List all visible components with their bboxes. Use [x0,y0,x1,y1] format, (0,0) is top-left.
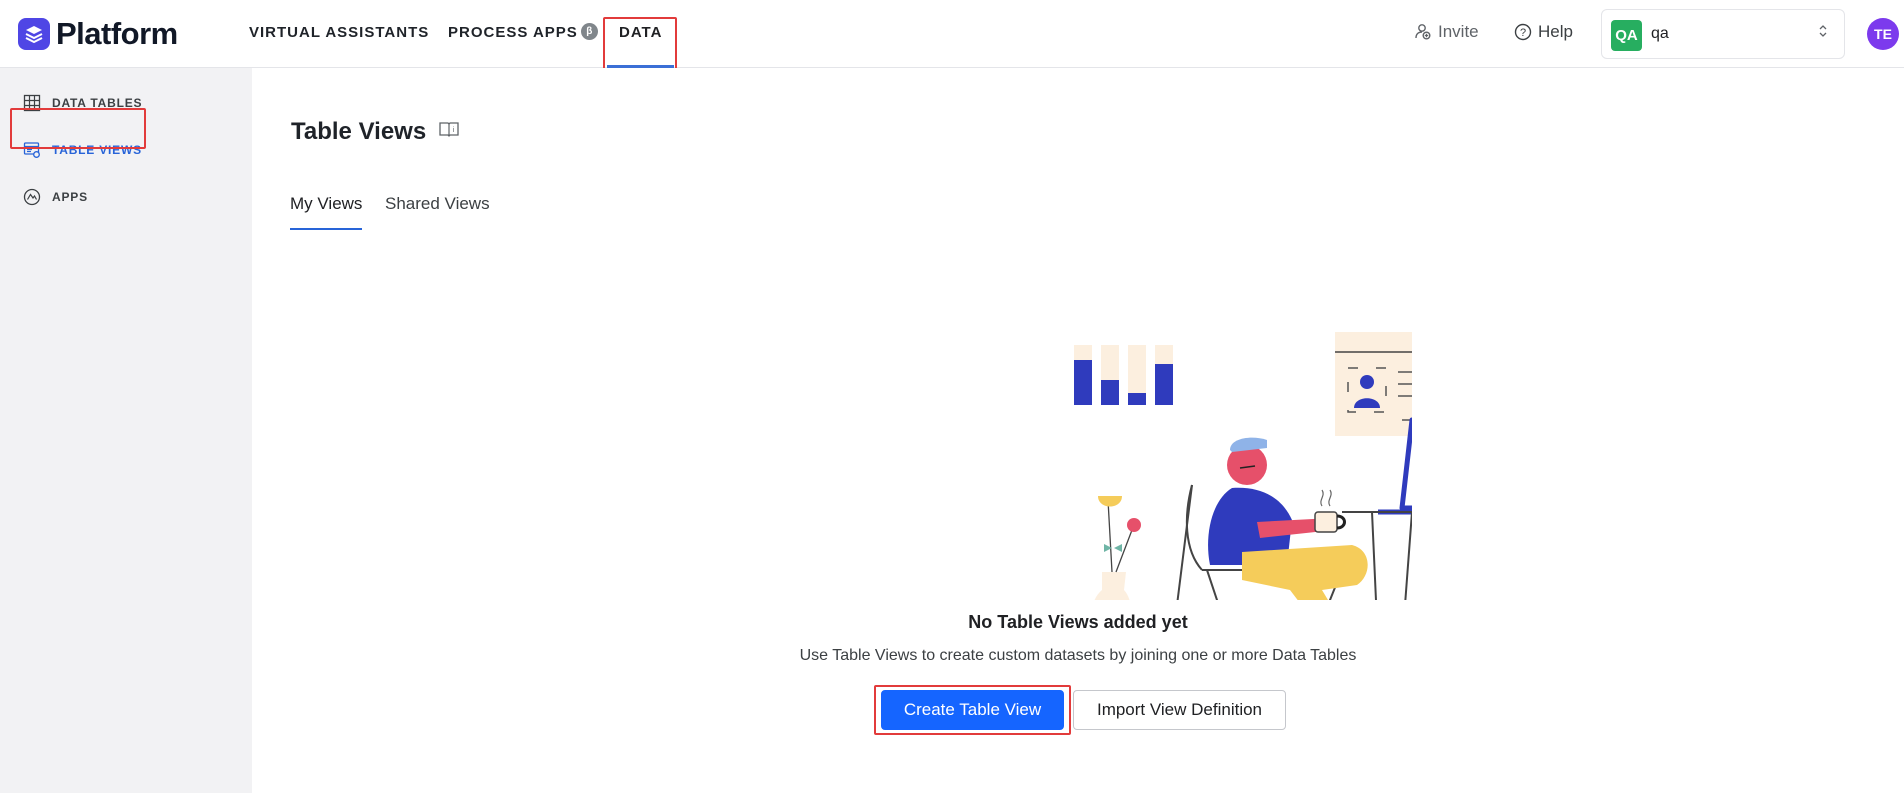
user-avatar[interactable]: TE [1867,18,1899,50]
top-bar: Platform VIRTUAL ASSISTANTS PROCESS APPS… [0,0,1904,74]
table-view-icon [22,140,42,160]
nav-process-apps-label: PROCESS APPS [448,24,578,41]
nav-process-apps[interactable]: PROCESS APPS β [448,0,598,68]
profile-card-icon [1335,332,1412,436]
person-icon [1208,437,1368,600]
sidebar-item-label: DATA TABLES [52,96,143,110]
help-button[interactable]: ? Help [1514,22,1573,42]
nav-virtual-assistants[interactable]: VIRTUAL ASSISTANTS [249,0,429,68]
sidebar: DATA TABLES TABLE VIEWS APPS [0,68,252,793]
coffee-mug-icon [1314,489,1346,533]
workspace-badge: QA [1611,20,1642,51]
empty-state-title: No Table Views added yet [968,612,1188,632]
invite-button[interactable]: Invite [1414,22,1479,42]
sidebar-item-table-views[interactable]: TABLE VIEWS [22,138,142,162]
apps-icon [22,187,42,207]
tab-my-views[interactable]: My Views [290,194,363,230]
beta-badge: β [580,23,598,40]
empty-state-subtitle: Use Table Views to create custom dataset… [799,647,1357,664]
sidebar-item-label: APPS [52,190,88,204]
nav-data[interactable]: DATA [606,0,676,68]
create-table-view-button[interactable]: Create Table View [881,690,1064,730]
empty-state-illustration [1074,332,1412,600]
chevron-updown-icon [1818,24,1828,40]
tab-shared-views[interactable]: Shared Views [385,194,490,214]
logo-icon [18,18,50,50]
bar-chart-poster-icon [1074,345,1173,405]
grid-table-icon [22,93,42,113]
sidebar-item-label: TABLE VIEWS [52,143,142,157]
workspace-selector[interactable]: QA qa [1601,9,1845,59]
workspace-name: qa [1651,25,1669,42]
help-label: Help [1538,22,1573,41]
invite-label: Invite [1438,22,1479,41]
main-content: Table Views i My Views Shared Views No T… [252,68,1904,793]
flower-vase-icon [1094,496,1141,600]
invite-icon [1415,24,1431,40]
platform-logo[interactable]: Platform [18,16,178,52]
import-view-definition-button[interactable]: Import View Definition [1073,690,1286,730]
svg-text:i: i [453,127,455,134]
logo-text: Platform [56,16,178,51]
documentation-book-icon[interactable]: i [438,118,460,145]
sidebar-item-apps[interactable]: APPS [22,185,88,209]
svg-text:?: ? [1520,27,1526,39]
help-icon: ? [1514,23,1532,41]
sidebar-item-data-tables[interactable]: DATA TABLES [22,91,142,115]
page-title: Table Views [291,118,427,145]
